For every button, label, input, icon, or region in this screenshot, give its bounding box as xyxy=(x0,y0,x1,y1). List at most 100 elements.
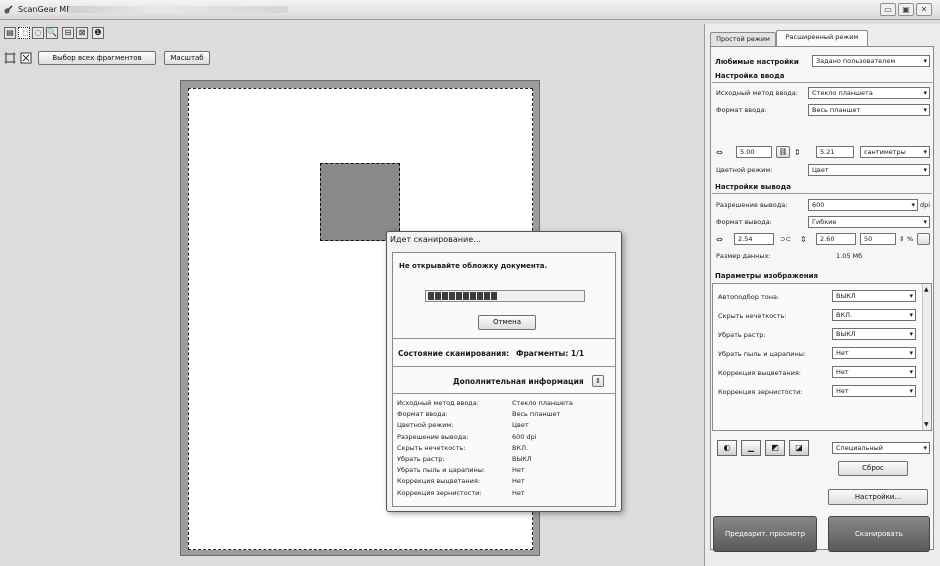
detail-value: Стекло планшета xyxy=(512,399,573,407)
link-icon: ⊃⊂ xyxy=(780,235,791,243)
scroll-down-icon[interactable]: ▼ xyxy=(924,421,929,428)
detail-label: Убрать пыль и царапины: xyxy=(397,466,486,475)
image-setting-select[interactable]: ВЫКЛ ▾ xyxy=(832,328,916,340)
detail-value: ВЫКЛ xyxy=(512,455,532,463)
scroll-up-icon[interactable]: ▲ xyxy=(924,286,929,293)
maximize-button[interactable]: ▣ xyxy=(898,3,914,16)
progress-segment xyxy=(477,292,483,300)
width-input[interactable]: 5.00 xyxy=(736,146,772,158)
thumbnail-view-icon[interactable]: ▤ xyxy=(4,27,16,39)
data-size-label: Размер данных: xyxy=(716,252,771,260)
final-review-icon[interactable]: ◪ xyxy=(789,440,809,456)
output-format-label: Формат вывода: xyxy=(716,218,772,226)
zoom-icon[interactable]: 🔍 xyxy=(46,27,58,39)
image-setting-select[interactable]: ВЫКЛ ▾ xyxy=(832,290,916,302)
chevron-down-icon: ▾ xyxy=(909,349,913,357)
tab-advanced-mode[interactable]: Расширенный режим xyxy=(776,30,868,46)
input-format-label: Формат ввода: xyxy=(716,106,767,114)
crop-tool-icon[interactable]: ⬚ xyxy=(18,27,30,39)
output-resolution-label: Разрешение вывода: xyxy=(716,201,788,209)
chevron-down-icon: ▾ xyxy=(923,166,927,174)
image-setting-label: Коррекция зернистости: xyxy=(718,388,803,396)
detail-value: Нет xyxy=(512,466,525,475)
detail-label: Исходный метод ввода: xyxy=(397,399,479,407)
progress-segment xyxy=(435,292,441,300)
detail-value: ВКЛ. xyxy=(512,443,529,452)
select-all-crops-button[interactable]: Выбор всех фрагментов xyxy=(38,51,156,65)
chevron-down-icon: ▾ xyxy=(909,292,913,300)
move-tool-icon[interactable]: ◌ xyxy=(32,27,44,39)
dialog-divider xyxy=(392,366,616,367)
tone-preset-select[interactable]: Специальный ▾ xyxy=(832,442,930,454)
section-divider xyxy=(712,193,932,194)
color-mode-value: Цвет xyxy=(812,166,829,174)
progress-segment xyxy=(456,292,462,300)
image-setting-select[interactable]: Нет ▾ xyxy=(832,366,916,378)
tab-basic-mode[interactable]: Простой режим xyxy=(710,32,776,46)
crop-frame-icon[interactable] xyxy=(4,52,16,64)
output-width-input[interactable]: 2.54 xyxy=(734,233,774,245)
tone-curve-icon[interactable]: ◩ xyxy=(765,440,785,456)
image-setting-label: Коррекция выцветания: xyxy=(718,369,801,377)
detail-value: Весь планшет xyxy=(512,410,561,419)
crop-frame[interactable] xyxy=(320,163,400,241)
dialog-warning: Не открывайте обложку документа. xyxy=(399,262,548,270)
settings-button[interactable]: Настройки... xyxy=(828,489,928,505)
dialog-divider xyxy=(392,338,616,339)
output-format-select[interactable]: Гибкие ▾ xyxy=(808,216,930,228)
output-height-input[interactable]: 2.60 xyxy=(816,233,856,245)
scale-input[interactable]: 50 xyxy=(860,233,896,245)
cancel-button[interactable]: Отмена xyxy=(478,315,536,330)
output-section-header: Настройки вывода xyxy=(715,183,791,191)
info-icon[interactable]: ❶ xyxy=(92,27,104,39)
input-method-label: Исходный метод ввода: xyxy=(716,89,798,97)
image-setting-label: Скрыть нечеткость: xyxy=(718,312,787,320)
scan-button[interactable]: Сканировать xyxy=(828,516,930,552)
rotate-left-icon[interactable]: ⊟ xyxy=(62,27,74,39)
favorites-select[interactable]: Задано пользователем ▾ xyxy=(812,55,930,67)
image-section-header: Параметры изображения xyxy=(715,272,818,280)
progress-segment xyxy=(449,292,455,300)
detail-value: 600 dpi xyxy=(512,432,537,441)
input-format-select[interactable]: Весь планшет ▾ xyxy=(808,104,930,116)
preview-button[interactable]: Предварит. просмотр xyxy=(713,516,817,552)
rotate-right-icon[interactable]: ⊠ xyxy=(76,27,88,39)
image-setting-select[interactable]: ВКЛ. ▾ xyxy=(832,309,916,321)
data-size-value: 1.05 Мб xyxy=(836,252,863,260)
histogram-icon[interactable]: ▁ xyxy=(741,440,761,456)
close-button[interactable]: ✕ xyxy=(916,3,932,16)
units-select[interactable]: сантиметры ▾ xyxy=(860,146,930,158)
detail-value: Цвет xyxy=(512,421,529,430)
height-icon: ⇕ xyxy=(800,235,807,244)
aspect-lock-icon[interactable]: ⛓ xyxy=(776,146,790,158)
reset-button[interactable]: Сброс xyxy=(838,461,908,476)
input-method-select[interactable]: Стекло планшета ▾ xyxy=(808,87,930,99)
detail-label: Разрешение вывода: xyxy=(397,432,469,441)
dpi-label: dpi xyxy=(920,201,931,209)
color-mode-label: Цветной режим: xyxy=(716,166,773,174)
image-setting-select[interactable]: Нет ▾ xyxy=(832,385,916,397)
favorites-value: Задано пользователем xyxy=(816,57,896,65)
image-setting-value: Нет xyxy=(836,368,849,376)
output-resolution-select[interactable]: 600 ▾ xyxy=(808,199,918,211)
brightness-icon[interactable]: ◐ xyxy=(717,440,737,456)
width-icon: ⇔ xyxy=(716,235,723,244)
scale-reset-icon[interactable] xyxy=(917,233,930,245)
chevron-down-icon: ▾ xyxy=(911,201,915,209)
window-title: ScanGear MF xyxy=(18,5,71,14)
more-info-toggle-icon[interactable]: ⇕ xyxy=(592,375,604,387)
clear-crop-icon[interactable] xyxy=(20,52,32,64)
height-input[interactable]: 5.21 xyxy=(816,146,854,158)
percent-label: % xyxy=(907,235,914,243)
minimize-button[interactable]: ▭ xyxy=(880,3,896,16)
image-setting-select[interactable]: Нет ▾ xyxy=(832,347,916,359)
color-mode-select[interactable]: Цвет ▾ xyxy=(808,164,930,176)
chevron-down-icon: ▾ xyxy=(909,330,913,338)
image-settings-scrollbar[interactable] xyxy=(922,284,931,430)
zoom-button[interactable]: Масштаб xyxy=(164,51,210,65)
chevron-down-icon: ▾ xyxy=(923,57,927,65)
stepper-icon[interactable]: ⇕ xyxy=(899,235,904,243)
image-setting-label: Автоподбор тона: xyxy=(718,293,780,301)
detail-label: Коррекция зернистости: xyxy=(397,488,482,497)
progress-segment xyxy=(463,292,469,300)
